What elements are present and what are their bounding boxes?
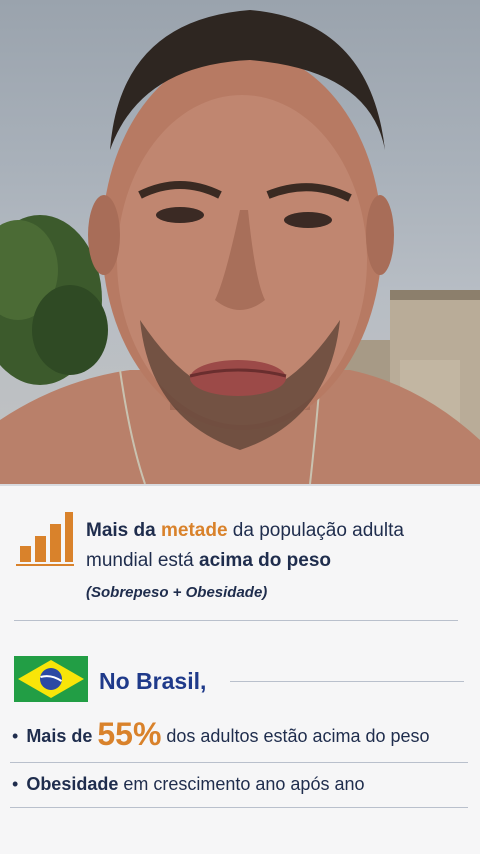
bullet-lead: Mais de bbox=[26, 726, 98, 746]
divider bbox=[14, 620, 458, 621]
headline-rest: da população adulta bbox=[227, 520, 404, 541]
video-frame bbox=[0, 0, 480, 484]
bullet-icon: • bbox=[12, 774, 19, 794]
divider bbox=[10, 807, 468, 808]
headline-line2-lead: mundial está bbox=[86, 550, 200, 571]
video-scene bbox=[0, 10, 480, 484]
brazil-flag-icon bbox=[14, 656, 88, 702]
headline-accent: metade bbox=[160, 520, 228, 541]
headline-lead: Mais da bbox=[86, 520, 161, 541]
country-label: No Brasil, bbox=[99, 668, 207, 694]
bar-chart-icon bbox=[16, 512, 74, 566]
bullet-lead: Obesidade bbox=[26, 774, 119, 794]
card-top-divider bbox=[0, 484, 480, 486]
divider bbox=[10, 762, 468, 763]
bullet-percent: 55% bbox=[97, 716, 162, 752]
info-card: Mais da metade da população adulta mundi… bbox=[0, 484, 480, 854]
headline-line2-strong: acima do peso bbox=[199, 550, 332, 571]
bullet-item: • Mais de 55% dos adultos estão acima do … bbox=[12, 716, 430, 753]
bullet-item: • Obesidade em crescimento ano após ano bbox=[12, 774, 364, 795]
country-rule bbox=[230, 681, 464, 682]
headline-note: (Sobrepeso + Obesidade) bbox=[86, 584, 268, 601]
bullet-text: dos adultos estão acima do peso bbox=[161, 726, 430, 746]
headline-line-2: mundial está acima do peso bbox=[86, 550, 331, 572]
bullet-text: em crescimento ano após ano bbox=[118, 774, 365, 794]
headline-line-1: Mais da metade da população adulta bbox=[86, 518, 476, 544]
bullet-icon: • bbox=[12, 726, 19, 746]
